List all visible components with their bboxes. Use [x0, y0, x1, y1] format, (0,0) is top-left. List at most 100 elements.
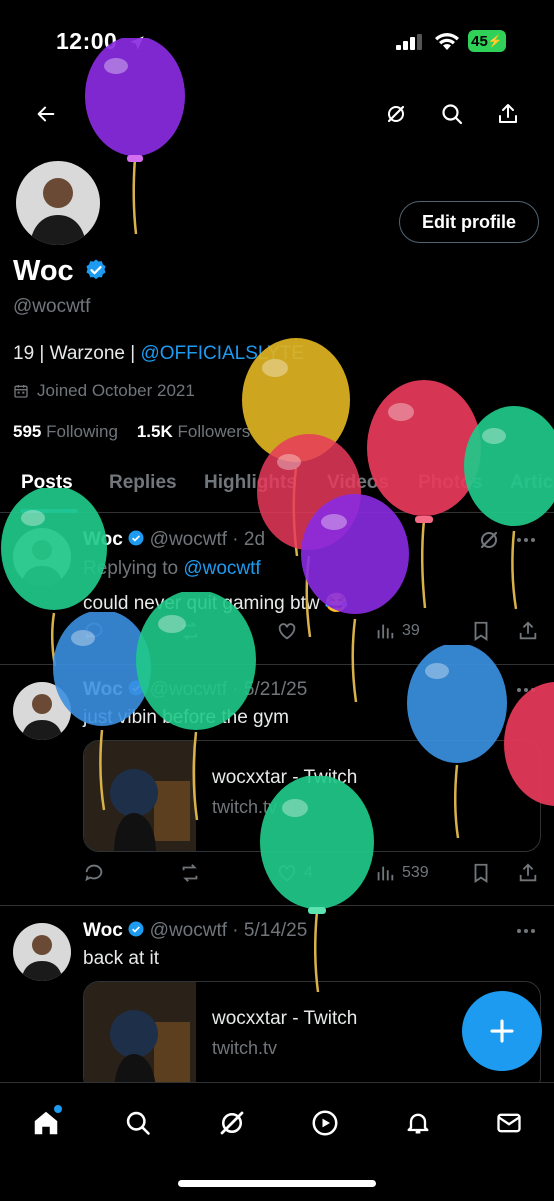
views-icon	[377, 624, 394, 639]
reply-icon	[85, 864, 103, 882]
tab-highlights[interactable]: Highlights	[204, 472, 297, 494]
grok-icon	[220, 1111, 244, 1135]
location-arrow-icon	[130, 36, 144, 50]
grok-icon	[387, 105, 405, 123]
post-author-name[interactable]: Woc	[83, 920, 123, 941]
more-icon[interactable]	[514, 530, 538, 550]
post-actions: 39	[83, 620, 543, 648]
repost-icon	[182, 864, 198, 882]
post-header: Woc @wocwtf · 2d	[83, 529, 265, 551]
tab-photos[interactable]: Photos	[418, 472, 482, 494]
link-card[interactable]: wocxxtar - Twitch twitch.tv	[83, 740, 541, 852]
notification-dot	[54, 1105, 62, 1113]
share-icon	[519, 621, 537, 640]
battery-indicator: 45 ⚡	[468, 30, 506, 52]
link-card-title: wocxxtar - Twitch	[212, 767, 358, 788]
follow-stats: 595 Following 1.5K Followers	[13, 422, 250, 442]
post-meta: @wocwtf · 2d	[149, 529, 266, 550]
more-icon[interactable]	[514, 921, 538, 941]
bookmark-button[interactable]	[470, 620, 492, 642]
search-button[interactable]	[432, 94, 472, 134]
profile-tabs: Posts Replies Highlights Videos Photos A…	[0, 462, 554, 513]
share-icon	[519, 863, 537, 882]
explore-icon	[126, 1111, 150, 1135]
post-avatar[interactable]	[13, 682, 71, 740]
plus-icon	[490, 1019, 514, 1043]
post-text: could never quit gaming btw 😂	[83, 593, 349, 614]
verified-icon	[128, 680, 144, 696]
calendar-icon	[14, 385, 28, 398]
replying-to: Replying to @wocwtf	[83, 558, 261, 579]
nav-home[interactable]	[24, 1101, 68, 1145]
nav-grok[interactable]	[210, 1101, 254, 1145]
share-icon	[499, 104, 517, 123]
post-actions: 4 539	[83, 862, 543, 890]
post-header: Woc @wocwtf · 5/14/25	[83, 920, 307, 942]
mail-icon	[497, 1113, 521, 1133]
post-text: back at it	[83, 948, 160, 969]
signal-icon	[396, 34, 424, 50]
grok-button[interactable]	[376, 94, 416, 134]
nav-notifications[interactable]	[396, 1101, 440, 1145]
post-divider	[0, 905, 554, 906]
share-post-button[interactable]	[517, 620, 539, 642]
replying-to-link[interactable]: @wocwtf	[183, 558, 260, 579]
tab-articles[interactable]: Artic	[510, 472, 553, 494]
tab-replies[interactable]: Replies	[109, 472, 177, 494]
edit-profile-button[interactable]: Edit profile	[399, 201, 539, 243]
reply-icon	[85, 622, 103, 640]
home-indicator	[178, 1180, 376, 1187]
views-button[interactable]: 39	[374, 620, 420, 642]
verified-icon	[128, 921, 144, 937]
grok-icon[interactable]	[477, 528, 501, 552]
balloon-yellow	[242, 338, 350, 557]
share-button[interactable]	[488, 94, 528, 134]
back-arrow-icon	[37, 106, 55, 122]
tab-videos[interactable]: Videos	[327, 472, 389, 494]
display-name: Woc	[13, 255, 108, 288]
followers-link[interactable]: 1.5K Followers	[137, 422, 250, 441]
post-author-name[interactable]: Woc	[83, 529, 123, 550]
play-icon	[312, 1110, 338, 1136]
like-button[interactable]	[276, 620, 298, 642]
post-meta: @wocwtf · 5/21/25	[149, 679, 308, 700]
link-card-title: wocxxtar - Twitch	[212, 1008, 358, 1029]
bookmark-button[interactable]	[470, 862, 492, 884]
repost-icon	[182, 622, 198, 640]
link-card-domain: twitch.tv	[212, 797, 278, 817]
profile-handle: @wocwtf	[13, 296, 91, 317]
nav-explore[interactable]	[116, 1101, 160, 1145]
post-author-name[interactable]: Woc	[83, 679, 123, 700]
verified-icon	[86, 259, 106, 280]
bookmark-icon	[474, 621, 488, 641]
like-icon	[278, 865, 296, 882]
bio-mention-link[interactable]: @OFFICIALSLYTE	[140, 343, 304, 364]
link-card-thumbnail	[84, 741, 196, 851]
bookmark-icon	[474, 863, 488, 883]
profile-avatar[interactable]	[13, 158, 103, 248]
following-link[interactable]: 595 Following	[13, 422, 118, 441]
views-button[interactable]: 539	[374, 862, 429, 884]
reply-button[interactable]	[83, 862, 105, 884]
status-time: 12:00	[56, 28, 146, 55]
post-avatar[interactable]	[13, 528, 71, 586]
nav-video[interactable]	[303, 1101, 347, 1145]
post-divider	[0, 664, 554, 665]
back-button[interactable]	[26, 94, 66, 134]
compose-button[interactable]	[462, 991, 542, 1071]
views-icon	[377, 866, 394, 881]
link-card-domain: twitch.tv	[212, 1038, 278, 1058]
post-meta: @wocwtf · 5/14/25	[149, 920, 308, 941]
nav-messages[interactable]	[487, 1101, 531, 1145]
share-post-button[interactable]	[517, 862, 539, 884]
post-header: Woc @wocwtf · 5/21/25	[83, 679, 307, 701]
repost-button[interactable]	[179, 862, 201, 884]
post-avatar[interactable]	[13, 923, 71, 981]
verified-icon	[128, 530, 144, 546]
repost-button[interactable]	[179, 620, 201, 642]
tab-posts[interactable]: Posts	[21, 472, 73, 494]
more-icon[interactable]	[514, 680, 538, 700]
like-button[interactable]: 4	[276, 862, 313, 884]
reply-button[interactable]	[83, 620, 105, 642]
bell-icon	[407, 1113, 429, 1134]
